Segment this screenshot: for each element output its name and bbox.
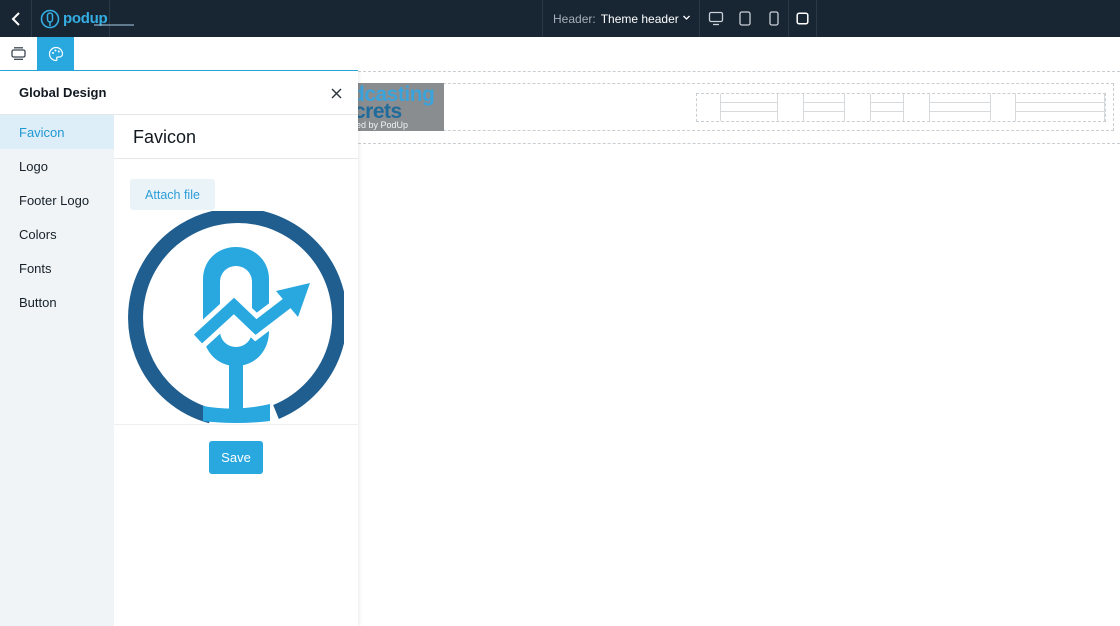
back-button[interactable] bbox=[0, 0, 32, 37]
nav-placeholder[interactable] bbox=[720, 94, 778, 121]
chevron-left-icon bbox=[11, 11, 20, 26]
nav-placeholder[interactable] bbox=[803, 94, 845, 121]
layers-tool[interactable] bbox=[0, 37, 37, 70]
nav-placeholder[interactable] bbox=[929, 94, 991, 121]
side-nav-logo[interactable]: Logo bbox=[0, 149, 114, 183]
global-design-tool[interactable] bbox=[37, 37, 74, 70]
layers-icon bbox=[11, 47, 26, 60]
header-nav-frame[interactable] bbox=[696, 93, 1106, 122]
mobile-icon bbox=[768, 11, 779, 26]
palette-icon bbox=[48, 46, 63, 61]
panel-title: Global Design bbox=[19, 85, 107, 100]
header-select[interactable]: Header: Theme header bbox=[542, 0, 700, 37]
side-nav-footer-logo[interactable]: Footer Logo bbox=[0, 183, 114, 217]
divider bbox=[114, 158, 358, 159]
site-logo-line3: ed by PodUp bbox=[358, 120, 409, 130]
tablet-icon bbox=[738, 11, 751, 26]
page-canvas[interactable]: dcasting crets ed by PodUp bbox=[358, 71, 1120, 626]
attach-file-button[interactable]: Attach file bbox=[130, 179, 215, 210]
top-bar: podup Header: Theme header bbox=[0, 0, 1120, 37]
brand-logo[interactable]: podup bbox=[32, 0, 134, 37]
site-logo[interactable]: dcasting crets ed by PodUp bbox=[358, 83, 444, 131]
device-switcher bbox=[701, 0, 817, 37]
global-design-panel: Global Design Favicon Logo Footer Logo C… bbox=[0, 71, 358, 626]
panel-header: Global Design bbox=[0, 71, 358, 115]
brand-tagline-mark bbox=[94, 24, 134, 26]
close-button[interactable] bbox=[326, 83, 346, 103]
favicon-settings: Favicon Attach file Save bbox=[114, 115, 358, 626]
side-nav-colors[interactable]: Colors bbox=[0, 217, 114, 251]
nav-placeholder[interactable] bbox=[1015, 94, 1105, 121]
favicon-title: Favicon bbox=[133, 127, 197, 147]
device-mobile[interactable] bbox=[759, 0, 788, 37]
device-custom[interactable] bbox=[788, 0, 817, 37]
microphone-logo-icon bbox=[40, 9, 60, 28]
device-tablet[interactable] bbox=[730, 0, 759, 37]
favicon-preview-image bbox=[128, 211, 344, 424]
side-nav-favicon[interactable]: Favicon bbox=[0, 115, 114, 149]
side-nav-button[interactable]: Button bbox=[0, 285, 114, 319]
design-side-nav: Favicon Logo Footer Logo Colors Fonts Bu… bbox=[0, 115, 114, 626]
editor-toolbar bbox=[0, 37, 1120, 72]
side-nav-fonts[interactable]: Fonts bbox=[0, 251, 114, 285]
header-select-value: Theme header bbox=[600, 11, 679, 26]
header-select-label: Header: bbox=[553, 11, 596, 26]
save-button[interactable]: Save bbox=[209, 441, 263, 474]
chevron-down-icon bbox=[683, 15, 690, 20]
square-icon bbox=[796, 12, 809, 25]
device-desktop[interactable] bbox=[701, 0, 730, 37]
desktop-icon bbox=[708, 11, 723, 26]
nav-placeholder[interactable] bbox=[870, 94, 904, 121]
divider bbox=[114, 424, 358, 425]
close-icon bbox=[331, 88, 341, 98]
